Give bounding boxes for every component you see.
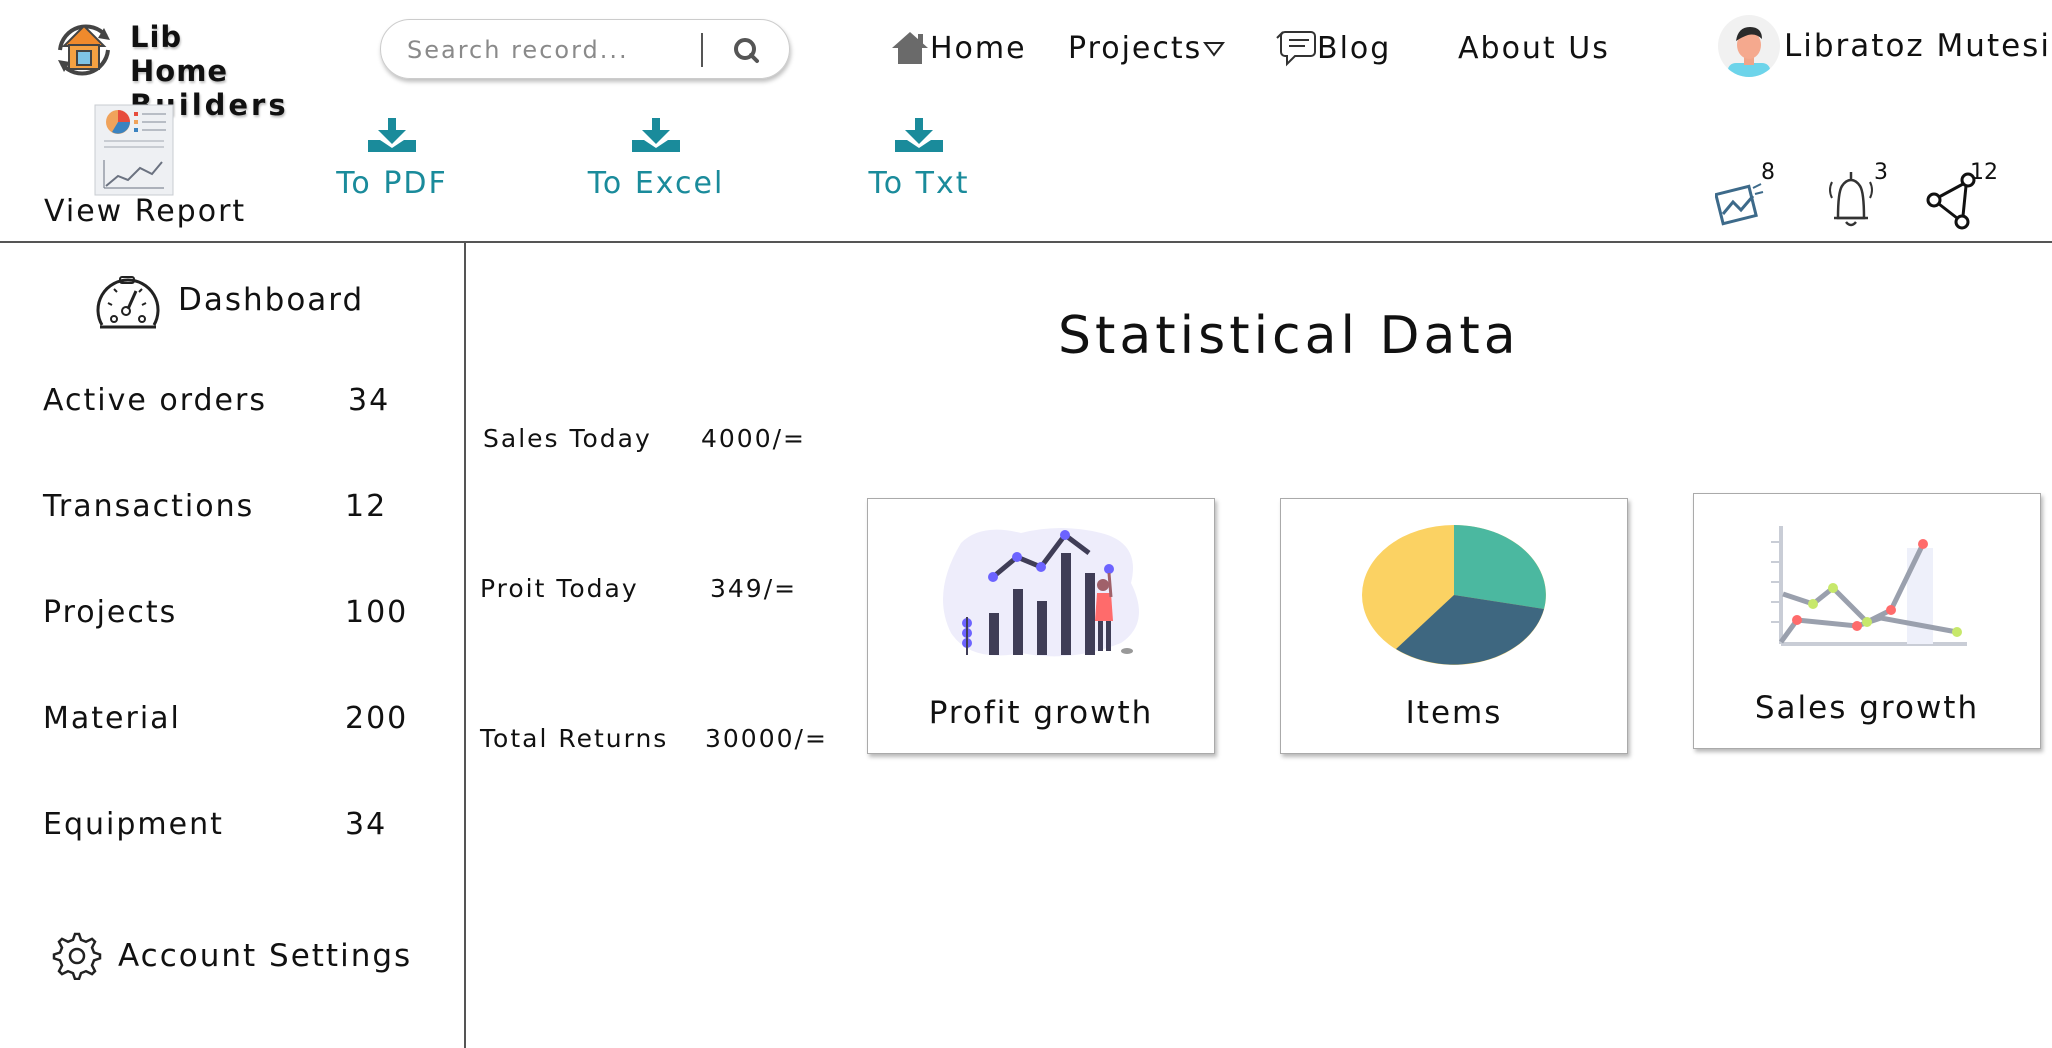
export-txt-label: To Txt bbox=[868, 166, 970, 201]
stat-label: Proit Today bbox=[480, 574, 639, 603]
page-title: Statistical Data bbox=[1058, 306, 1520, 366]
chevron-down-icon bbox=[1203, 42, 1226, 57]
chat-bubble-icon bbox=[1276, 31, 1316, 67]
sidebar-item-material[interactable]: Material 200 bbox=[43, 701, 423, 741]
avatar bbox=[1718, 15, 1780, 77]
mail-icon bbox=[1715, 183, 1764, 226]
messages-notification[interactable]: 8 bbox=[1715, 160, 1785, 230]
shares-notification[interactable]: 12 bbox=[1926, 160, 1998, 230]
sidebar-item-label: Active orders bbox=[43, 383, 267, 418]
nav-blog-label: Blog bbox=[1317, 30, 1392, 66]
export-txt-button[interactable]: To Txt bbox=[864, 118, 974, 218]
sidebar-item-account-settings[interactable]: Account Settings bbox=[48, 930, 412, 982]
messages-count-badge: 8 bbox=[1761, 160, 1775, 185]
nav-blog[interactable]: Blog bbox=[1275, 26, 1391, 70]
sidebar-item-count: 200 bbox=[345, 701, 409, 736]
bell-icon bbox=[1829, 172, 1873, 227]
user-name: Libratoz Mutesi bbox=[1784, 28, 2051, 64]
download-icon bbox=[632, 118, 680, 152]
sidebar-item-projects[interactable]: Projects 100 bbox=[43, 595, 423, 635]
line-chart-illustration-icon bbox=[1771, 526, 1967, 646]
alerts-notification[interactable]: 3 bbox=[1826, 160, 1896, 230]
sidebar-item-label: Transactions bbox=[43, 489, 255, 524]
house-logo-icon bbox=[58, 24, 110, 76]
search-button[interactable] bbox=[719, 33, 775, 67]
gear-icon bbox=[52, 932, 102, 980]
stat-label: Total Returns bbox=[480, 724, 669, 753]
view-report-button[interactable]: View Report bbox=[40, 104, 260, 234]
stat-value: 4000/= bbox=[701, 424, 806, 453]
header-divider bbox=[0, 241, 2052, 243]
nav-home-label: Home bbox=[930, 30, 1027, 66]
sidebar-item-dashboard[interactable]: Dashboard bbox=[92, 268, 364, 332]
sidebar-item-label: Material bbox=[43, 701, 181, 736]
items-card[interactable]: Items bbox=[1280, 498, 1628, 754]
account-settings-label: Account Settings bbox=[118, 938, 413, 974]
export-excel-label: To Excel bbox=[587, 166, 725, 201]
stat-value: 30000/= bbox=[705, 724, 828, 753]
sidebar-item-transactions[interactable]: Transactions 12 bbox=[43, 489, 423, 529]
shares-count-badge: 12 bbox=[1970, 160, 1998, 185]
stat-value: 349/= bbox=[710, 574, 798, 603]
sidebar-item-label: Projects bbox=[43, 595, 178, 630]
view-report-label: View Report bbox=[44, 194, 247, 229]
nav-projects[interactable]: Projects bbox=[1068, 26, 1226, 70]
search-input[interactable] bbox=[407, 32, 677, 68]
alerts-count-badge: 3 bbox=[1874, 160, 1888, 185]
sidebar-item-label: Equipment bbox=[43, 807, 224, 842]
profit-growth-card[interactable]: Profit growth bbox=[867, 498, 1215, 754]
export-excel-button[interactable]: To Excel bbox=[586, 118, 726, 218]
share-icon bbox=[1926, 172, 1976, 230]
card-caption: Sales growth bbox=[1754, 690, 1980, 726]
download-icon bbox=[895, 118, 943, 152]
card-caption: Items bbox=[1405, 695, 1503, 731]
export-pdf-button[interactable]: To PDF bbox=[336, 118, 448, 218]
sidebar-item-count: 34 bbox=[345, 807, 388, 842]
speedometer-icon bbox=[96, 276, 160, 329]
sidebar-item-count: 34 bbox=[348, 383, 391, 418]
nav-about-us[interactable]: About Us bbox=[1458, 26, 1610, 70]
app-logo[interactable]: Lib Home Builders bbox=[48, 12, 288, 122]
sidebar-item-equipment[interactable]: Equipment 34 bbox=[43, 807, 423, 847]
user-profile[interactable]: Libratoz Mutesi bbox=[1718, 14, 2051, 78]
pie-chart-illustration-icon bbox=[1362, 525, 1546, 665]
search-bar bbox=[380, 19, 790, 79]
sales-growth-card[interactable]: Sales growth bbox=[1693, 493, 2041, 749]
nav-home[interactable]: Home bbox=[890, 26, 1027, 70]
sidebar-item-active-orders[interactable]: Active orders 34 bbox=[43, 383, 423, 423]
card-caption: Profit growth bbox=[928, 695, 1154, 731]
download-icon bbox=[368, 118, 416, 152]
bar-chart-illustration-icon bbox=[943, 528, 1139, 657]
nav-about-label: About Us bbox=[1458, 30, 1610, 66]
report-thumbnail-icon bbox=[94, 104, 174, 196]
search-icon bbox=[734, 38, 759, 63]
sidebar-item-count: 100 bbox=[345, 595, 409, 630]
dashboard-label: Dashboard bbox=[178, 282, 365, 318]
user-avatar-icon bbox=[1728, 27, 1770, 77]
home-icon bbox=[892, 32, 928, 64]
export-pdf-label: To PDF bbox=[336, 166, 448, 201]
sidebar-item-count: 12 bbox=[345, 489, 388, 524]
sidebar-divider bbox=[464, 241, 466, 1048]
stat-label: Sales Today bbox=[483, 424, 652, 453]
nav-projects-label: Projects bbox=[1068, 30, 1203, 66]
search-divider bbox=[701, 33, 703, 67]
